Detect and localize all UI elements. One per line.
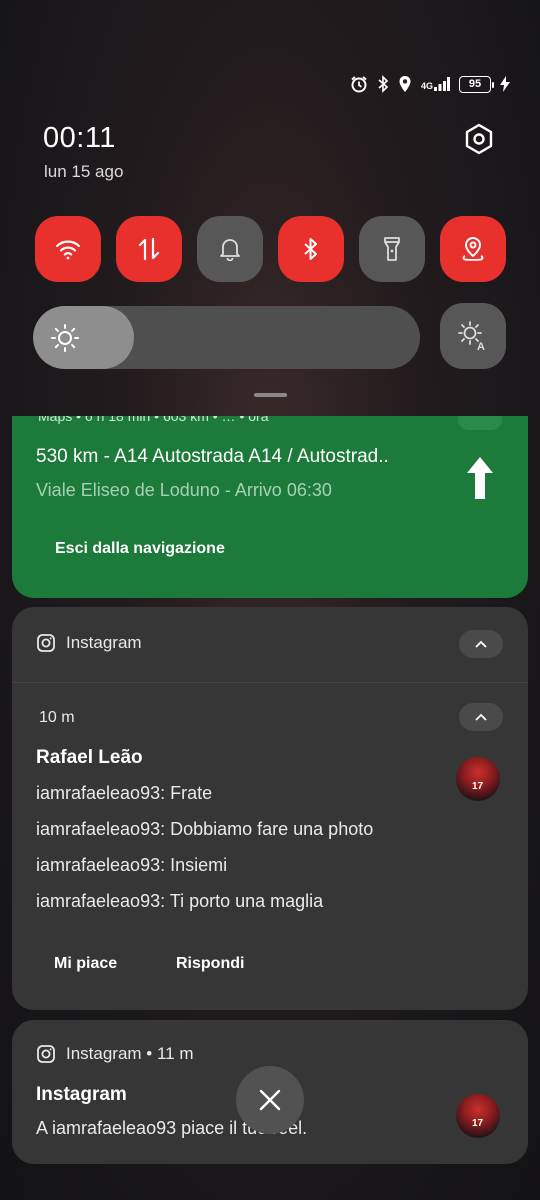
like-button[interactable]: Mi piace bbox=[54, 955, 117, 973]
exit-navigation-button[interactable]: Esci dalla navigazione bbox=[55, 540, 225, 558]
signal-4g-icon: 4G bbox=[421, 77, 450, 91]
message-line: iamrafaeleao93: Ti porto una maglia bbox=[36, 891, 324, 911]
tile-location[interactable] bbox=[440, 216, 506, 282]
collapse-group-button[interactable] bbox=[459, 630, 503, 658]
charging-icon bbox=[500, 76, 510, 92]
instagram-icon bbox=[37, 1045, 55, 1063]
app-name: Instagram bbox=[66, 633, 142, 652]
bluetooth-icon bbox=[304, 238, 317, 260]
clear-all-button[interactable] bbox=[236, 1066, 304, 1134]
sun-icon bbox=[51, 324, 79, 352]
network-type-label: 4G bbox=[420, 81, 433, 91]
bell-icon bbox=[220, 239, 240, 261]
instagram-icon bbox=[37, 634, 55, 652]
notification-time: 10 m bbox=[39, 709, 75, 726]
location-icon bbox=[462, 236, 484, 261]
battery-icon: 95 bbox=[459, 75, 494, 93]
straight-arrow-icon bbox=[467, 457, 493, 499]
brightness-fill bbox=[33, 306, 134, 369]
app-name-time: Instagram • 11 m bbox=[66, 1044, 194, 1063]
maps-route-title: 530 km - A14 Autostrada A14 / Autostrad.… bbox=[36, 446, 389, 467]
maps-collapse-button[interactable] bbox=[458, 416, 502, 430]
maps-notification[interactable]: Maps • 6 h 18 min • 603 km • … • ora 530… bbox=[12, 416, 528, 598]
auto-brightness-icon: A bbox=[458, 321, 485, 352]
date: lun 15 ago bbox=[44, 162, 124, 181]
settings-gear-icon[interactable] bbox=[462, 122, 496, 156]
close-icon bbox=[259, 1089, 281, 1111]
flashlight-icon bbox=[384, 237, 400, 261]
instagram-notification[interactable]: Instagram 10 m Rafael Leão 17 iamrafaele… bbox=[12, 607, 528, 1010]
avatar: 17 bbox=[456, 757, 500, 801]
message-line: iamrafaeleao93: Frate bbox=[36, 783, 213, 803]
auto-brightness-button[interactable]: A bbox=[440, 303, 506, 369]
sender-name: Rafael Leão bbox=[36, 747, 143, 768]
clock: 00:11 bbox=[43, 122, 116, 154]
bluetooth-icon bbox=[378, 75, 389, 93]
wifi-icon bbox=[55, 240, 81, 260]
chevron-up-icon bbox=[475, 640, 487, 648]
svg-text:A: A bbox=[477, 341, 485, 352]
location-icon bbox=[399, 76, 411, 92]
tile-bluetooth[interactable] bbox=[278, 216, 344, 282]
data-arrows-icon bbox=[138, 237, 160, 261]
panel-drag-handle[interactable] bbox=[254, 393, 287, 397]
avatar: 17 bbox=[456, 1094, 500, 1138]
divider bbox=[12, 682, 528, 683]
message-line: iamrafaeleao93: Dobbiamo fare una photo bbox=[36, 819, 374, 839]
maps-route-subtitle: Viale Eliseo de Loduno - Arrivo 06:30 bbox=[36, 480, 332, 500]
tile-flashlight[interactable] bbox=[359, 216, 425, 282]
tile-sound[interactable] bbox=[197, 216, 263, 282]
alarm-icon bbox=[351, 76, 367, 93]
notification-title: Instagram bbox=[36, 1084, 127, 1105]
reply-button[interactable]: Rispondi bbox=[176, 955, 244, 973]
chevron-up-icon bbox=[475, 713, 487, 721]
status-bar: 4G 95 bbox=[350, 72, 510, 96]
battery-level: 95 bbox=[468, 78, 482, 90]
tile-wifi[interactable] bbox=[35, 216, 101, 282]
maps-notification-header: Maps • 6 h 18 min • 603 km • … • ora bbox=[38, 416, 269, 424]
avatar-jersey-number: 17 bbox=[472, 781, 484, 792]
message-line: iamrafaeleao93: Insiemi bbox=[36, 855, 228, 875]
brightness-slider[interactable] bbox=[33, 306, 420, 369]
tile-mobile-data[interactable] bbox=[116, 216, 182, 282]
instagram-app-header: Instagram bbox=[36, 633, 142, 653]
collapse-message-button[interactable] bbox=[459, 703, 503, 731]
avatar-jersey-number: 17 bbox=[472, 1118, 484, 1129]
instagram-app-header: Instagram • 11 m bbox=[36, 1044, 194, 1064]
